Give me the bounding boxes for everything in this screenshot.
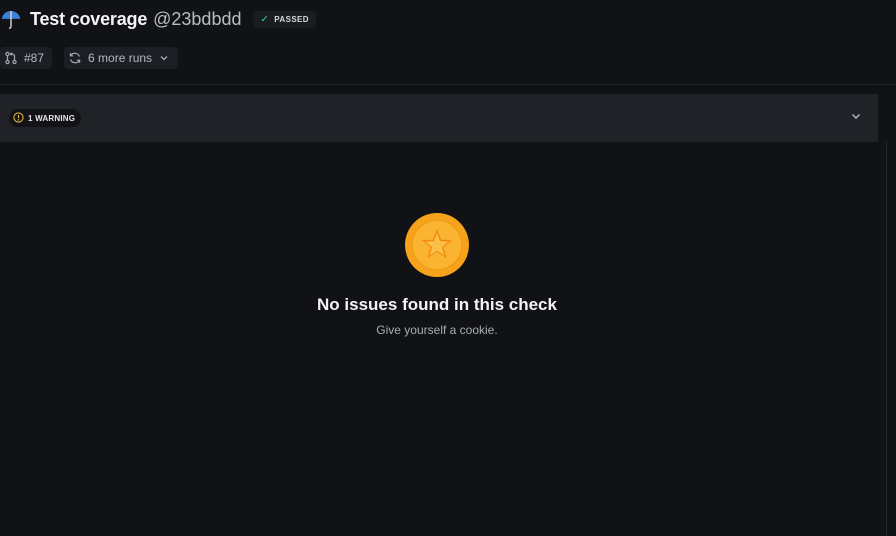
pull-request-chip[interactable]: #87 <box>0 47 53 69</box>
more-runs-label: 6 more runs <box>88 51 153 65</box>
empty-state: No issues found in this check Give yours… <box>0 212 874 337</box>
status-label: PASSED <box>274 14 309 24</box>
warning-icon <box>13 111 24 125</box>
commit-hash[interactable]: @23bdbdd <box>153 9 241 30</box>
empty-state-title: No issues found in this check <box>317 295 557 314</box>
check-header: Test coverage @23bdbdd ✓ PASSED #87 6 mo… <box>0 0 896 85</box>
umbrella-icon <box>0 8 22 30</box>
pull-request-icon <box>4 51 18 65</box>
refresh-icon <box>68 51 82 65</box>
warning-count-badge: 1 WARNING <box>9 109 82 127</box>
pull-request-number: #87 <box>24 51 45 65</box>
empty-state-subtitle: Give yourself a cookie. <box>376 323 498 337</box>
warnings-section[interactable]: 1 WARNING <box>0 94 878 142</box>
title-row: Test coverage @23bdbdd ✓ PASSED <box>0 6 316 32</box>
warning-count-label: 1 WARNING <box>28 113 76 123</box>
run-chips: #87 6 more runs <box>0 47 179 69</box>
check-icon: ✓ <box>260 13 270 25</box>
chevron-down-icon <box>158 52 170 64</box>
status-badge: ✓ PASSED <box>253 10 316 28</box>
panel-divider <box>886 142 887 536</box>
star-medal-icon <box>404 212 470 278</box>
expand-warnings-button[interactable] <box>848 110 864 126</box>
check-page: Test coverage @23bdbdd ✓ PASSED #87 6 mo… <box>0 0 896 536</box>
chevron-down-icon <box>850 109 862 127</box>
more-runs-dropdown[interactable]: 6 more runs <box>64 47 179 69</box>
page-title: Test coverage <box>30 8 148 29</box>
